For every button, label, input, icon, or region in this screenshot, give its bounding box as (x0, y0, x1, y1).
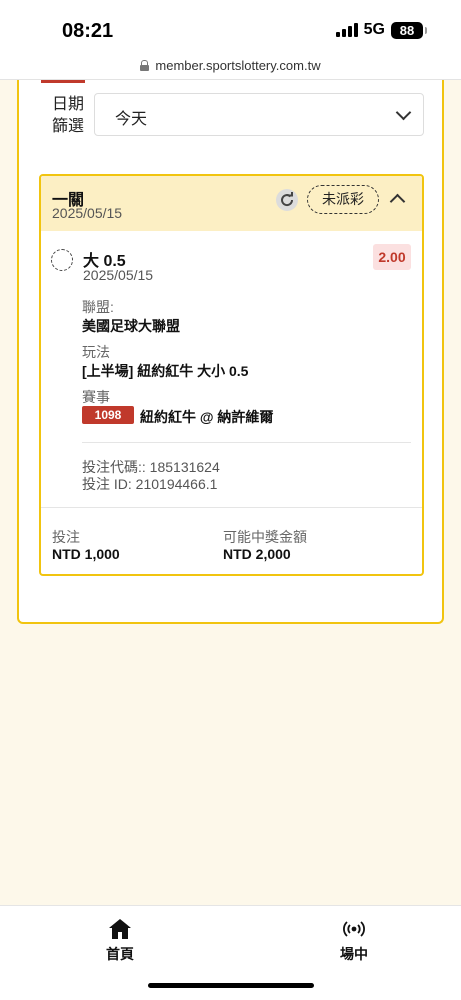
status-badge: 未派彩 (307, 185, 379, 214)
odds-badge: 2.00 (373, 244, 411, 270)
nav-label-live: 場中 (340, 946, 368, 962)
status-indicators: 5G 88 (335, 21, 427, 39)
bet-card-header[interactable]: 一關 2025/05/15 未派彩 (41, 176, 422, 231)
signal-icon (335, 23, 358, 37)
league-label: 聯盟: (82, 299, 114, 315)
nav-label-home: 首頁 (106, 946, 134, 962)
nav-item-live[interactable]: 場中 (314, 916, 394, 964)
event-label: 賽事 (82, 389, 110, 405)
divider (41, 507, 422, 508)
market-label: 玩法 (82, 344, 110, 360)
stake-value: NTD 1,000 (52, 546, 120, 562)
selection-date: 2025/05/15 (83, 267, 154, 283)
url-text: member.sportslottery.com.tw (155, 58, 321, 73)
status-time: 08:21 (62, 20, 114, 42)
nav-item-home[interactable]: 首頁 (80, 916, 160, 964)
lock-icon (140, 60, 150, 71)
bet-date: 2025/05/15 (52, 205, 123, 221)
date-filter-select[interactable]: 今天 (94, 93, 424, 136)
league-value: 美國足球大聯盟 (82, 318, 180, 334)
stake-label: 投注 (52, 529, 80, 545)
chevron-up-icon[interactable] (389, 193, 406, 210)
divider (82, 442, 411, 443)
bet-card: 一關 2025/05/15 未派彩 大 0.5 2025/05/15 2.00 … (39, 174, 424, 576)
potential-win-value: NTD 2,000 (223, 546, 291, 562)
home-icon (109, 919, 131, 939)
live-icon (343, 921, 365, 937)
home-indicator (148, 983, 314, 988)
selection-status-icon (51, 249, 73, 271)
market-value: [上半場] 紐約紅牛 大小 0.5 (82, 363, 249, 379)
date-filter-label: 日期 篩選 (52, 96, 85, 135)
url-bar[interactable]: member.sportslottery.com.tw (0, 52, 461, 80)
chevron-down-icon (395, 104, 412, 121)
active-tab-indicator (41, 80, 85, 83)
status-bar: 08:21 5G 88 (0, 0, 461, 52)
bet-history-panel: 日期 篩選 今天 一關 2025/05/15 未派彩 大 0.5 2025/05… (17, 80, 444, 624)
bet-id: 投注 ID: 210194466.1 (82, 476, 218, 492)
date-filter-value: 今天 (115, 111, 148, 128)
battery-icon: 88 (391, 21, 427, 39)
event-value: 紐約紅牛 @ 納許維爾 (140, 409, 274, 425)
network-type: 5G (363, 21, 385, 38)
potential-win-label: 可能中獎金額 (223, 529, 307, 545)
refresh-icon[interactable] (276, 189, 298, 211)
event-code-badge: 1098 (82, 406, 134, 424)
